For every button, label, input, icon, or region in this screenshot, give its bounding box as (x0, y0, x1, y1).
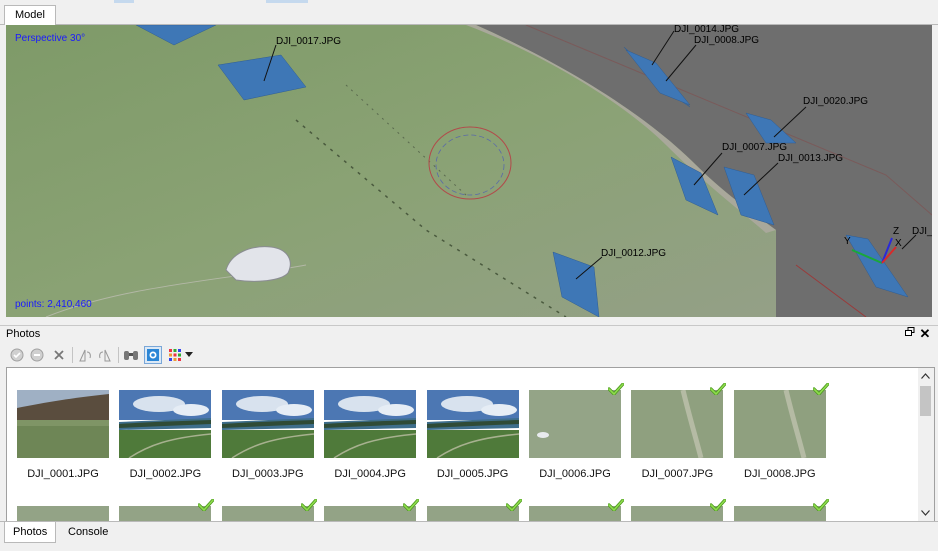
restore-icon[interactable] (904, 327, 916, 340)
model-tab-bar: Model (0, 4, 938, 25)
remove-cameras-icon[interactable] (50, 346, 68, 364)
aligned-check-icon (607, 382, 625, 398)
view-mode-grid-icon[interactable] (166, 346, 184, 364)
photos-pane-header: Photos ✕ (0, 325, 938, 343)
aligned-check-icon (300, 498, 318, 514)
aligned-check-icon (709, 382, 727, 398)
photo-thumbnail[interactable] (733, 390, 826, 458)
photo-thumbnail[interactable] (426, 390, 519, 458)
camera-label: DJI_0017.JPG (276, 36, 342, 47)
photo-thumbnail[interactable] (119, 390, 212, 458)
aligned-check-icon (197, 498, 215, 514)
photo-thumbnail[interactable] (221, 390, 314, 458)
photo-label: DJI_0006.JPG (539, 468, 611, 480)
disable-cameras-icon[interactable] (28, 346, 46, 364)
camera-label: DJI_ (912, 226, 932, 237)
photo-thumbnail[interactable] (631, 390, 724, 458)
photo-label: DJI_0005.JPG (436, 468, 509, 480)
tab-model[interactable]: Model (4, 5, 56, 25)
camera-label: DJI_0007.JPG (722, 142, 788, 153)
toolbar-separator (118, 347, 119, 363)
bottom-tab-bar: Photos Console (0, 521, 938, 551)
photo-thumbnail[interactable] (17, 390, 109, 458)
z-axis-label: Z (893, 226, 900, 237)
aligned-check-icon (402, 498, 420, 514)
rotate-right-icon[interactable] (96, 346, 114, 364)
scene-canvas (6, 25, 932, 317)
photos-scrollbar[interactable] (918, 367, 935, 522)
x-axis-label: X (895, 238, 902, 249)
aligned-check-icon (812, 498, 830, 514)
photo-thumbnail[interactable] (324, 390, 417, 458)
aligned-check-icon (607, 498, 625, 514)
show-cameras-icon[interactable] (144, 346, 162, 364)
aligned-check-icon (504, 498, 523, 514)
photos-toolbar (0, 343, 938, 367)
photo-label: DJI_0002.JPG (129, 468, 202, 480)
top-strip-segment (266, 0, 308, 3)
photo-label: DJI_0001.JPG (27, 468, 99, 480)
photo-label: DJI_0003.JPG (232, 468, 304, 480)
photo-thumbnail[interactable] (529, 390, 621, 458)
top-strip-segment (114, 0, 134, 3)
aligned-check-icon (709, 498, 727, 514)
tab-photos[interactable]: Photos (4, 522, 57, 543)
tab-console[interactable]: Console (60, 522, 116, 542)
model-viewport[interactable]: Perspective 30° points: 2,410,460 DJI_00… (6, 25, 932, 317)
rotate-left-icon[interactable] (76, 346, 94, 364)
camera-label: DJI_0013.JPG (778, 153, 844, 164)
scroll-down-icon[interactable] (921, 508, 930, 518)
points-count: points: 2,410,460 (15, 299, 92, 310)
toolbar-separator (72, 347, 73, 363)
y-axis-label: Y (844, 236, 851, 247)
photo-label: DJI_0007.JPG (641, 468, 714, 480)
camera-label: DJI_0014.JPG (674, 25, 740, 35)
camera-label: DJI_0020.JPG (803, 96, 869, 107)
view-mode-dropdown-icon[interactable] (183, 346, 195, 364)
camera-label: DJI_0008.JPG (694, 35, 760, 46)
close-icon[interactable]: ✕ (919, 326, 931, 342)
photo-label: DJI_0008.JPG (744, 468, 816, 480)
camera-label: DJI_0012.JPG (601, 248, 667, 259)
aligned-check-icon (812, 382, 830, 398)
photo-label: DJI_0004.JPG (334, 468, 406, 480)
photos-grid[interactable]: DJI_0001.JPG DJI_0002.JPG DJI_0003.JPG DJI_… (6, 367, 919, 522)
projection-label: Perspective 30° (15, 33, 86, 44)
photos-pane-title: Photos (6, 328, 41, 340)
enable-cameras-icon[interactable] (8, 346, 26, 364)
binoculars-icon[interactable] (122, 346, 140, 364)
photo-thumbnail[interactable] (17, 506, 109, 521)
scroll-up-icon[interactable] (921, 371, 930, 381)
scroll-thumb[interactable] (920, 386, 931, 416)
